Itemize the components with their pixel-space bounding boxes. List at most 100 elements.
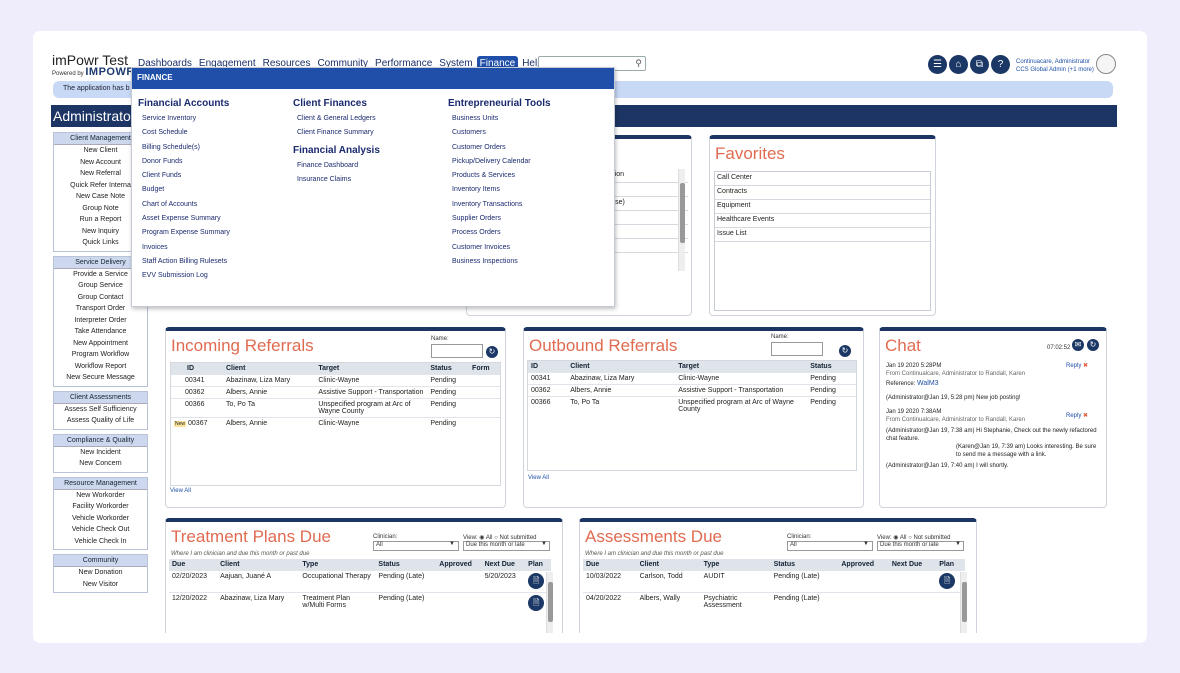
table-row[interactable]: 00362 Albers, Annie Assistive Support - … [528, 384, 856, 397]
menu-item[interactable]: Process Orders [448, 226, 551, 240]
column-header[interactable]: Target [675, 361, 808, 373]
table-row[interactable]: 00341 Abazinaw, Liza Mary Clinic-Wayne P… [528, 372, 856, 385]
menu-item[interactable]: Service Inventory [138, 112, 230, 126]
table-row[interactable]: 00366 To, Po Ta Unspecified program at A… [171, 398, 500, 418]
view-all-link[interactable]: View All [170, 488, 191, 494]
column-header[interactable]: Next Due [888, 559, 937, 571]
menu-item[interactable]: Staff Action Billing Rulesets [138, 255, 230, 269]
list-icon[interactable]: ☰ [928, 55, 947, 74]
column-header[interactable]: Client [567, 361, 676, 373]
sidebar-item[interactable]: Vehicle Check In [54, 536, 147, 548]
clinician-select[interactable]: All [373, 541, 459, 551]
delete-icon[interactable]: ✖ [1083, 363, 1088, 369]
sidebar-item[interactable]: New Secure Message [54, 372, 147, 384]
column-header[interactable]: Approved [436, 559, 482, 571]
refresh-icon[interactable]: ↻ [1087, 339, 1099, 351]
chevron-down-icon[interactable]: ▼ [541, 541, 547, 547]
sidebar-item[interactable]: Program Workflow [54, 349, 147, 361]
menu-item[interactable]: Customer Invoices [448, 241, 551, 255]
menu-item[interactable]: Chart of Accounts [138, 198, 230, 212]
refresh-icon[interactable]: ↻ [839, 345, 851, 357]
sidebar-item[interactable]: Assess Self Sufficiency [54, 404, 147, 416]
reply-link[interactable]: Reply [1066, 413, 1081, 419]
menu-item[interactable]: Program Expense Summary [138, 226, 230, 240]
column-header[interactable]: Type [700, 559, 771, 571]
chevron-down-icon[interactable]: ▼ [863, 541, 869, 547]
column-header[interactable]: Plan [936, 559, 965, 571]
table-row[interactable]: 00362 Albers, Annie Assistive Support - … [171, 386, 500, 399]
menu-item[interactable]: Donor Funds [138, 155, 230, 169]
table-row[interactable]: 00366 To, Po Ta Unspecified program at A… [528, 396, 856, 415]
chevron-down-icon[interactable]: ▼ [449, 541, 455, 547]
sidebar-group-title[interactable]: Community [54, 555, 147, 567]
column-header[interactable]: Status [770, 559, 839, 571]
sidebar-item[interactable]: Take Attendance [54, 326, 147, 338]
due-filter-select[interactable]: Due this month or late [877, 541, 964, 551]
sidebar-item[interactable]: Workflow Report [54, 361, 147, 373]
chat-new-icon[interactable]: ✉ [1072, 339, 1084, 351]
clinician-select[interactable]: All [787, 541, 873, 551]
scrollbar[interactable] [678, 169, 685, 271]
menu-item[interactable]: Invoices [138, 241, 230, 255]
user-info[interactable]: Continuacare, Administrator CCS Global A… [1016, 58, 1094, 74]
menu-item[interactable]: Cost Schedule [138, 126, 230, 140]
column-header[interactable]: Due [583, 559, 637, 571]
app-logo[interactable]: imPowr Test Powered by IMPOWR [52, 53, 135, 79]
share-icon[interactable]: ⧉ [970, 55, 989, 74]
sidebar-item[interactable]: New Appointment [54, 338, 147, 350]
column-header[interactable]: Type [299, 559, 376, 571]
column-header[interactable]: Approved [838, 559, 889, 571]
sidebar-group-title[interactable]: Client Assessments [54, 391, 147, 404]
sidebar-group-title[interactable]: Compliance & Quality [54, 434, 147, 447]
menu-item[interactable]: Business Units [448, 112, 551, 126]
name-filter-input[interactable] [771, 342, 823, 356]
refresh-icon[interactable]: ↻ [486, 346, 498, 358]
column-header[interactable]: Client [222, 363, 316, 375]
sidebar-item[interactable]: New Workorder [54, 490, 147, 502]
home-icon[interactable]: ⌂ [949, 55, 968, 74]
column-header[interactable]: Due [169, 559, 218, 571]
menu-item[interactable]: Budget [138, 183, 230, 197]
menu-item[interactable]: Supplier Orders [448, 212, 551, 226]
menu-item[interactable]: Client Finance Summary [293, 126, 380, 140]
menu-item[interactable]: Client & General Ledgers [293, 112, 380, 126]
column-header[interactable]: Client [217, 559, 300, 571]
column-header[interactable]: ID [528, 361, 568, 373]
table-row[interactable]: New 00367 Albers, Annie Clinic-Wayne Pend… [171, 417, 500, 429]
sidebar-group-title[interactable]: Resource Management [54, 477, 147, 490]
name-filter-input[interactable] [431, 344, 483, 358]
table-row[interactable]: 12/20/2022 Abazinaw, Liza Mary Treatment… [169, 592, 551, 615]
column-header[interactable]: Target [315, 363, 428, 375]
column-header[interactable]: ID [171, 363, 223, 375]
sidebar-item[interactable]: Interpreter Order [54, 315, 147, 327]
sidebar-item[interactable]: Vehicle Workorder [54, 513, 147, 525]
due-filter-select[interactable]: Due this month or late [463, 541, 550, 551]
sidebar-item[interactable]: New Concern [54, 458, 147, 470]
column-header[interactable]: Status [427, 363, 470, 375]
scrollbar[interactable] [960, 572, 967, 633]
document-icon[interactable]: 🗎 [528, 573, 545, 589]
document-icon[interactable]: 🗎 [528, 595, 545, 611]
menu-item[interactable]: Customer Orders [448, 141, 551, 155]
favorite-item[interactable]: Healthcare Events [715, 214, 930, 228]
menu-item[interactable]: Finance Dashboard [293, 159, 380, 173]
column-header[interactable]: Form [469, 363, 500, 375]
menu-item[interactable]: Inventory Transactions [448, 198, 551, 212]
menu-item[interactable]: Asset Expense Summary [138, 212, 230, 226]
menu-item[interactable]: Products & Services [448, 169, 551, 183]
table-row[interactable]: 00341 Abazinaw, Liza Mary Clinic-Wayne P… [171, 374, 500, 387]
document-icon[interactable]: 🗎 [939, 573, 956, 589]
reply-link[interactable]: Reply [1066, 363, 1081, 369]
column-header[interactable]: Client [636, 559, 701, 571]
delete-icon[interactable]: ✖ [1083, 413, 1088, 419]
view-all-link[interactable]: View All [528, 475, 549, 481]
menu-item[interactable]: Pickup/Delivery Calendar [448, 155, 551, 169]
menu-item[interactable]: EVV Submission Log [138, 269, 230, 283]
column-header[interactable]: Status [807, 361, 856, 373]
sidebar-item[interactable]: Assess Quality of Life [54, 415, 147, 427]
favorite-item[interactable]: Issue List [715, 228, 930, 242]
favorite-item[interactable]: Call Center [715, 172, 930, 186]
search-icon[interactable]: ⚲ [635, 58, 642, 69]
reference-link[interactable]: WalM3 [917, 380, 939, 387]
table-row[interactable]: 10/03/2022 Carlson, Todd AUDIT Pending (… [583, 570, 965, 593]
